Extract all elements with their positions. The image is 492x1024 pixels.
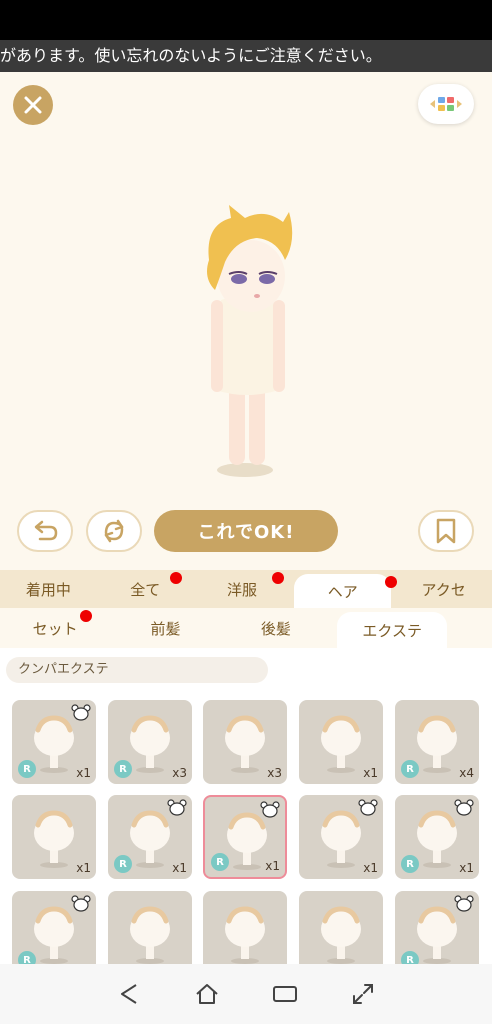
mannequin-thumbnail: [321, 906, 361, 964]
tab-label: 全て: [130, 580, 161, 599]
tab-wearing[interactable]: 着用中: [0, 570, 97, 608]
hair-extension-item[interactable]: x1: [299, 700, 383, 784]
new-badge-dot: [169, 572, 182, 584]
mannequin-thumbnail: [225, 906, 265, 964]
tab-label: アクセ: [421, 580, 466, 599]
subtab-label: セット: [32, 619, 78, 638]
tab-label: 洋服: [226, 580, 257, 599]
item-count: x1: [459, 861, 474, 875]
nav-rotate-button[interactable]: [343, 974, 383, 1014]
bear-icon: [71, 895, 91, 912]
rarity-badge: R: [18, 760, 36, 778]
screen-rotate-icon: [353, 984, 373, 1004]
subtab-set[interactable]: セット: [0, 608, 110, 648]
hair-extension-item[interactable]: x1: [12, 795, 96, 879]
item-count: x1: [363, 861, 378, 875]
status-bar: [0, 0, 492, 40]
tab-accessories[interactable]: アクセ: [395, 570, 492, 608]
item-count: x1: [76, 861, 91, 875]
hair-extension-item[interactable]: [203, 891, 287, 975]
confirm-ok-button[interactable]: これでOK!: [154, 510, 338, 552]
tab-label: 着用中: [25, 580, 71, 599]
bookmark-button[interactable]: [418, 510, 474, 552]
hair-extension-item[interactable]: Rx1: [203, 795, 287, 879]
new-badge-dot: [272, 572, 285, 584]
hair-extension-item[interactable]: Rx4: [395, 700, 479, 784]
category-filter[interactable]: クンパエクステ: [6, 657, 268, 683]
item-count: x1: [76, 766, 91, 780]
hair-subtabs: セット 前髪 後髪 エクステ: [0, 608, 492, 648]
confirm-ok-label: これでOK!: [197, 522, 295, 543]
item-count: x1: [172, 861, 187, 875]
bear-icon: [454, 895, 474, 912]
hair-extension-item[interactable]: [299, 891, 383, 975]
undo-button[interactable]: [17, 510, 73, 552]
rarity-badge: R: [211, 853, 229, 871]
hair-extension-item[interactable]: Rx1: [395, 795, 479, 879]
bear-icon: [454, 799, 474, 816]
subtab-label: 後髪: [260, 619, 291, 638]
color-grid-icon: [430, 97, 462, 111]
avatar-figure[interactable]: [185, 200, 315, 490]
rarity-badge: R: [114, 855, 132, 873]
subtab-label: 前髪: [150, 619, 181, 638]
rarity-badge: R: [401, 855, 419, 873]
category-filter-label: クンパエクステ: [18, 662, 109, 677]
rarity-badge: R: [114, 760, 132, 778]
hair-extension-item[interactable]: Rx1: [12, 700, 96, 784]
category-tabs: 着用中 全て 洋服 ヘア アクセ: [0, 570, 492, 608]
recent-apps-icon: [273, 986, 297, 1002]
tab-label: ヘア: [327, 582, 358, 601]
hair-extension-item[interactable]: Rx1: [108, 795, 192, 879]
bear-icon: [71, 704, 91, 721]
subtab-back-hair[interactable]: 後髪: [221, 608, 331, 648]
item-count: x1: [265, 859, 280, 873]
item-count: x4: [459, 766, 474, 780]
item-count: x3: [267, 766, 282, 780]
tab-all[interactable]: 全て: [97, 570, 194, 608]
mannequin-thumbnail: [130, 906, 170, 964]
close-icon: [24, 96, 42, 114]
subtab-spacer: [453, 608, 492, 648]
bear-icon: [358, 799, 378, 816]
rotate-button[interactable]: [86, 510, 142, 552]
close-button[interactable]: [13, 85, 53, 125]
hair-extension-item[interactable]: R: [395, 891, 479, 975]
rarity-badge: R: [401, 760, 419, 778]
item-panel: クンパエクステ Rx1 Rx3 x3 x1 Rx4 x1 Rx1 Rx1 x1 Rx1 R R: [0, 648, 492, 975]
hair-extension-item[interactable]: x1: [299, 795, 383, 879]
tab-clothes[interactable]: 洋服: [194, 570, 291, 608]
bookmark-icon: [436, 518, 456, 544]
subtab-bangs[interactable]: 前髪: [110, 608, 220, 648]
hair-extension-item[interactable]: [108, 891, 192, 975]
triangle-back-icon: [121, 984, 137, 1004]
system-nav-bar: [0, 964, 492, 1024]
nav-home-button[interactable]: [187, 974, 227, 1014]
bear-icon: [260, 801, 280, 818]
rotate-icon: [104, 519, 124, 543]
hair-extension-item[interactable]: R: [12, 891, 96, 975]
subtab-extensions[interactable]: エクステ: [337, 612, 448, 648]
ticker-text: があります。使い忘れのないようにご注意ください。: [0, 46, 382, 65]
view-toggle-button[interactable]: [418, 84, 474, 124]
hair-extension-item[interactable]: x3: [203, 700, 287, 784]
new-badge-dot: [80, 610, 93, 622]
home-icon: [196, 984, 218, 1004]
tab-hair[interactable]: ヘア: [294, 574, 398, 608]
undo-icon: [34, 520, 58, 541]
bear-icon: [167, 799, 187, 816]
item-count: x1: [363, 766, 378, 780]
item-count: x3: [172, 766, 187, 780]
nav-back-button[interactable]: [109, 974, 149, 1014]
nav-recent-button[interactable]: [265, 974, 305, 1014]
subtab-label: エクステ: [362, 621, 422, 640]
notice-ticker: があります。使い忘れのないようにご注意ください。: [0, 40, 492, 72]
hair-extension-item[interactable]: Rx3: [108, 700, 192, 784]
